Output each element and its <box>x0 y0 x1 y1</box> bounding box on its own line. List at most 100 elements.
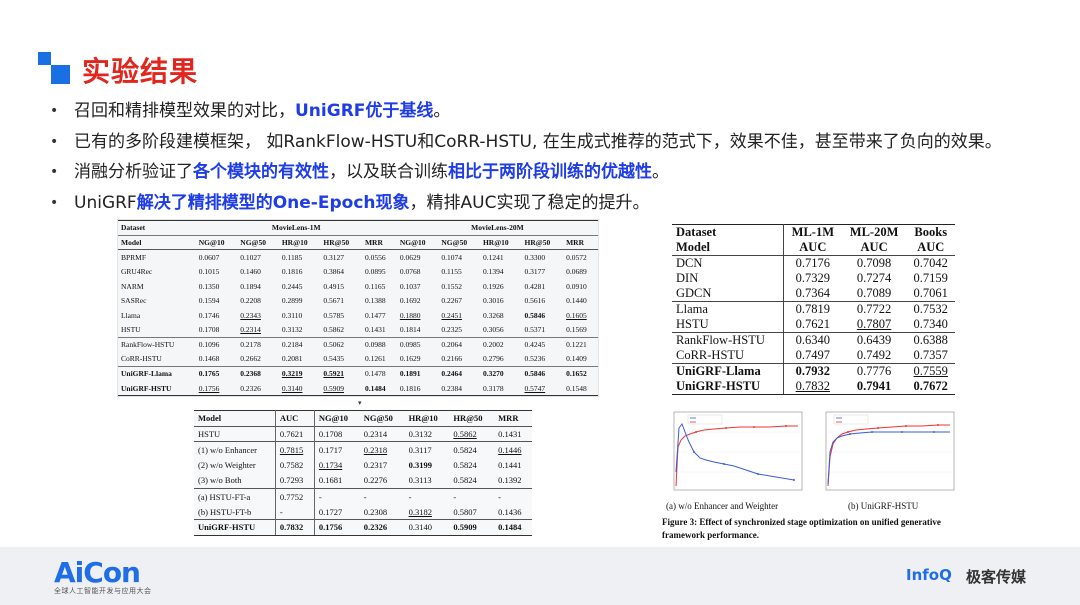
table-cell: 0.7621 <box>275 425 315 442</box>
table-header-cell: AUC <box>917 240 945 254</box>
figure-caption: Figure 3: Effect of synchronized stage o… <box>662 517 941 540</box>
table-cell: HSTU <box>672 317 784 333</box>
figure-plots <box>673 411 955 491</box>
table-cell: 0.1681 <box>318 475 343 486</box>
table-cell: 0.2267 <box>441 296 463 306</box>
table-cell: UniGRF-Llama <box>672 363 784 380</box>
table-cell: 0.3300 <box>521 249 564 265</box>
table-row: UniGRF-HSTU 0.7832 0.7941 0.7672 <box>672 379 955 396</box>
table-cell: 0.1708 <box>198 325 220 335</box>
table-cell: 0.1717 <box>314 441 360 458</box>
table-row: Llama 0.7819 0.7722 0.7532 <box>672 301 955 318</box>
bullet-item: • 消融分析验证了各个模块的有效性，以及联合训练相比于两阶段训练的优越性。 <box>44 159 1074 190</box>
group-header-ml20m: MovieLens-20M <box>396 220 598 236</box>
table-header-cell: NG@10 <box>396 234 439 250</box>
table-cell: 0.1891 <box>396 365 439 382</box>
plot-b <box>825 411 955 491</box>
table-cell: RankFlow-HSTU <box>672 332 784 349</box>
table-cell: 0.5747 <box>521 381 564 397</box>
table-cell: - <box>275 504 315 520</box>
table-cell: 0.6340 <box>783 332 842 349</box>
table-cell: 0.1746 <box>198 310 220 320</box>
table-cell: 0.1816 <box>396 381 439 397</box>
table-cell: 0.0629 <box>396 249 439 265</box>
table-cell: 0.5062 <box>320 336 362 352</box>
table-cell: 0.5371 <box>524 325 546 335</box>
table-header-cell: NG@50 <box>438 234 480 250</box>
table-cell: 0.1388 <box>364 296 386 306</box>
table-row: Llama 0.1746 0.2343 0.3110 0.5785 0.1477 0.188… <box>118 308 598 323</box>
bullet-text: 已有的多阶段建模框架， 如RankFlow-HSTU和CoRR-HSTU, 在生… <box>74 129 1002 155</box>
table-cell: 0.5824 <box>453 475 477 486</box>
table-header-cell: NG@50 <box>359 410 405 427</box>
table-cell: 0.2326 <box>237 381 279 397</box>
table-cell: 0.0910 <box>566 281 587 291</box>
table-cell: 0.7752 <box>275 487 315 505</box>
table-cell: 0.2314 <box>240 325 261 335</box>
table-header-cell: Model <box>194 410 276 427</box>
table-cell: 0.7176 <box>783 255 842 271</box>
table-header-cell: HR@50 <box>521 234 564 250</box>
table-row: RankFlow-HSTU 0.1096 0.2178 0.2184 0.5062 0.0… <box>118 336 598 352</box>
table-cell: UniGRF-Llama <box>118 365 196 382</box>
ablation-table: Model AUC NG@10 NG@50 HR@10 HR@50 MRR HSTU 0.762… <box>194 410 532 536</box>
table-cell: 0.2081 <box>281 354 303 364</box>
table-cell: 0.2451 <box>441 310 463 320</box>
table-cell: 0.1096 <box>195 336 238 352</box>
table-header-row: Dataset ML-1M ML-20M Books <box>672 224 955 240</box>
figure-caption-b: (b) UniGRF-HSTU <box>848 501 919 511</box>
table-row: GRU4Rec 0.1015 0.1460 0.1816 0.3864 0.0895 0.0… <box>118 264 598 279</box>
table-cell: 0.3140 <box>278 381 321 397</box>
table-cell: GDCN <box>672 286 784 302</box>
table-cell: DIN <box>672 271 784 287</box>
table-cell: 0.3219 <box>278 365 321 382</box>
table-cell: 0.2166 <box>441 354 463 364</box>
table-cell: 0.3117 <box>404 441 450 458</box>
table-cell: UniGRF-HSTU <box>672 379 784 396</box>
bullet-segment: 。 <box>433 101 451 121</box>
table-cell: 0.3177 <box>524 267 546 277</box>
figure-caption-a: (a) w/o Enhancer and Weighter <box>666 501 779 511</box>
table-cell: 0.1880 <box>399 310 421 320</box>
table-cell: 0.3127 <box>320 249 362 265</box>
table-header-cell: Model <box>672 240 784 256</box>
table-cell: 0.5807 <box>453 506 477 517</box>
table-header-cell: HR@10 <box>278 234 321 250</box>
table-cell: - <box>359 487 405 505</box>
table-header-row: Model AUC NG@10 NG@50 HR@10 HR@50 MRR <box>194 410 532 427</box>
table-cell: 0.5824 <box>449 441 495 458</box>
table-cell: 0.7776 <box>841 363 907 380</box>
table-header-cell: Model <box>118 234 196 250</box>
table-row: DCN 0.7176 0.7098 0.7042 <box>672 255 955 271</box>
table-header-cell: HR@50 <box>320 234 362 250</box>
table-cell: 0.5824 <box>453 460 477 471</box>
bullet-highlight: 解决了精排模型的One-Epoch现象 <box>136 192 410 213</box>
table-cell: HSTU <box>194 425 276 442</box>
table-cell: 0.3268 <box>482 310 504 320</box>
bullet-highlight: UniGRF优于基线 <box>295 101 434 121</box>
table-cell: 0.7722 <box>841 301 907 318</box>
table-cell: 0.7832 <box>783 379 842 396</box>
table-cell: 0.7329 <box>795 271 831 286</box>
table-cell: 0.2899 <box>281 296 303 306</box>
table-cell: 0.7364 <box>795 286 831 301</box>
table-cell: 0.1692 <box>399 296 421 306</box>
small-arrow-icon: ▾ <box>358 399 362 407</box>
table-cell: 0.3140 <box>404 519 450 536</box>
table-header-cell: ML-20M <box>841 224 907 240</box>
table-cell: 0.1392 <box>498 475 522 486</box>
table-cell: 0.5236 <box>524 354 546 364</box>
table-cell: 0.1037 <box>399 281 421 291</box>
table-row: RankFlow-HSTU 0.6340 0.6439 0.6388 <box>672 332 955 349</box>
table-header-cell: NG@10 <box>195 234 238 250</box>
table-cell: 0.1436 <box>498 506 522 517</box>
table-cell: (3) w/o Both <box>194 472 276 489</box>
table-row: HSTU 0.1708 0.2314 0.3132 0.5862 0.1431 0.1814… <box>118 323 598 338</box>
table-cell: 0.2064 <box>438 336 480 352</box>
table-cell: CoRR-HSTU <box>672 348 784 364</box>
table-cell: Llama <box>121 310 141 320</box>
bullet-text: 召回和精排模型效果的对比，UniGRF优于基线。 <box>74 98 450 124</box>
table-cell: 0.7807 <box>856 317 892 332</box>
bullet-list: • 召回和精排模型效果的对比，UniGRF优于基线。 • 已有的多阶段建模框架， 如R… <box>44 98 1074 220</box>
table-cell: 0.1756 <box>314 519 360 536</box>
